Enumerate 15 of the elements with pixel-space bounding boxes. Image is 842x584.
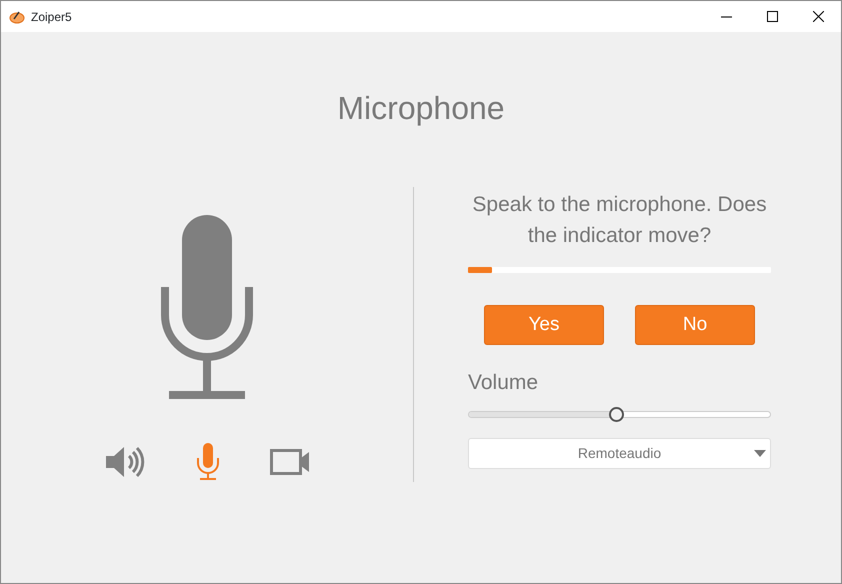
camera-icon[interactable]: [270, 448, 310, 474]
maximize-icon: [766, 11, 778, 22]
speaker-icon[interactable]: [104, 444, 146, 478]
window-title: Zoiper5: [31, 8, 72, 26]
slider-thumb[interactable]: [609, 406, 624, 422]
microphone-icon[interactable]: [196, 443, 220, 480]
no-button[interactable]: No: [635, 305, 755, 345]
volume-label: Volume: [468, 370, 540, 396]
app-logo-icon: [9, 10, 25, 24]
device-dropdown[interactable]: Remoteaudio: [468, 438, 771, 468]
yes-button[interactable]: Yes: [484, 305, 604, 345]
page-heading: Microphone: [336, 89, 506, 128]
close-icon: [812, 11, 824, 22]
caret-icon: [754, 450, 766, 456]
question-text: Speak to the microphone. Does the indicator move?: [471, 192, 768, 249]
